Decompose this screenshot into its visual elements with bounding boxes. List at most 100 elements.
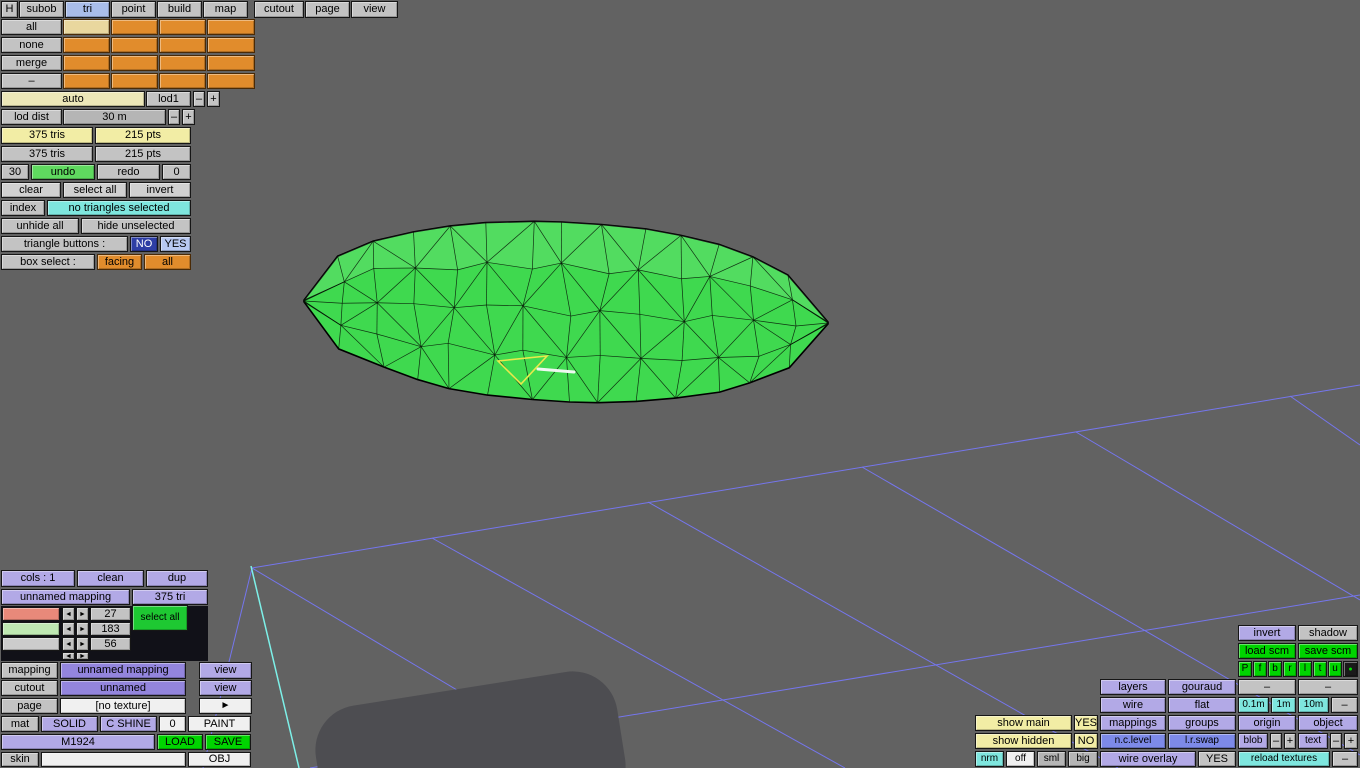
subob-cell[interactable] [207, 73, 255, 89]
color-swatch-gray[interactable] [2, 637, 60, 651]
mat-paint-button[interactable]: PAINT [188, 716, 251, 732]
channel-left-icon[interactable]: ◄ [62, 652, 75, 660]
load-button[interactable]: LOAD [157, 734, 203, 750]
mapping-name[interactable]: unnamed mapping [1, 589, 130, 605]
page-next-icon[interactable]: ► [199, 698, 252, 714]
menu-cutout[interactable]: cutout [254, 1, 304, 18]
menu-point[interactable]: point [111, 1, 156, 18]
invert-selection-button[interactable]: invert [129, 182, 191, 198]
menu-h[interactable]: H [1, 1, 18, 18]
origin-button[interactable]: origin [1238, 715, 1296, 731]
subob-cell[interactable] [111, 73, 158, 89]
cutout-row-value[interactable]: unnamed [60, 680, 186, 696]
hide-unselected-button[interactable]: hide unselected [81, 218, 191, 234]
mat-solid-button[interactable]: SOLID [41, 716, 98, 732]
channel-left-icon[interactable]: ◄ [62, 637, 75, 651]
channel-right-icon[interactable]: ► [76, 637, 89, 651]
nrm-big-button[interactable]: big [1068, 751, 1098, 767]
reload-textures-button[interactable]: reload textures [1238, 751, 1330, 767]
wire-overlay-value[interactable]: YES [1198, 751, 1236, 767]
menu-subob[interactable]: subob [19, 1, 64, 18]
page-row-value[interactable]: [no texture] [60, 698, 186, 714]
subob-cell[interactable] [159, 55, 206, 71]
view-back-button[interactable]: b [1268, 661, 1282, 677]
lod-plus-button[interactable]: + [207, 91, 220, 107]
invert-view-button[interactable]: invert [1238, 625, 1296, 641]
groups-button[interactable]: groups [1168, 715, 1236, 731]
lod-minus-button[interactable]: – [193, 91, 205, 107]
blob-button[interactable]: blob [1238, 733, 1268, 749]
lod-dist-value[interactable]: 30 m [63, 109, 166, 125]
skin-name-field[interactable] [41, 752, 186, 767]
blob-plus-button[interactable]: + [1284, 733, 1296, 749]
show-hidden-button[interactable]: show hidden [975, 733, 1072, 749]
subob-cell[interactable] [63, 73, 110, 89]
menu-view[interactable]: view [351, 1, 398, 18]
subob-cell[interactable] [111, 37, 158, 53]
channel-right-icon[interactable]: ► [76, 607, 89, 621]
nrm-sml-button[interactable]: sml [1037, 751, 1066, 767]
subob-all-button[interactable]: all [1, 19, 62, 35]
subob-cell[interactable] [63, 19, 110, 35]
mapping-row-label[interactable]: mapping [1, 662, 58, 679]
box-select-facing[interactable]: facing [97, 254, 142, 270]
text-plus-button[interactable]: + [1344, 733, 1358, 749]
grid-dash-button[interactable]: – [1331, 697, 1358, 713]
subob-cell[interactable] [159, 73, 206, 89]
channel-select-all-button[interactable]: select all [132, 605, 188, 631]
blob-minus-button[interactable]: – [1270, 733, 1282, 749]
mat-cshine-button[interactable]: C SHINE [100, 716, 157, 732]
subob-cell[interactable] [63, 37, 110, 53]
wire-overlay-button[interactable]: wire overlay [1100, 751, 1196, 767]
mat-label[interactable]: mat [1, 716, 39, 732]
select-all-button[interactable]: select all [63, 182, 127, 198]
lod-dist-minus-button[interactable]: – [168, 109, 180, 125]
text-button[interactable]: text [1298, 733, 1328, 749]
subob-merge-button[interactable]: merge [1, 55, 62, 71]
nc-level-button[interactable]: n.c.level [1100, 733, 1166, 749]
subob-none-button[interactable]: none [1, 37, 62, 53]
grid-10m-button[interactable]: 10m [1298, 697, 1329, 713]
view-left-button[interactable]: l [1298, 661, 1312, 677]
view-p-button[interactable]: P [1238, 661, 1252, 677]
unhide-all-button[interactable]: unhide all [1, 218, 79, 234]
nrm-button[interactable]: nrm [975, 751, 1004, 767]
flat-button[interactable]: flat [1168, 697, 1236, 713]
mapping-row-value[interactable]: unnamed mapping [60, 662, 186, 679]
color-swatch-red[interactable] [2, 607, 60, 621]
undo-button[interactable]: undo [31, 164, 95, 180]
subob-cell[interactable] [159, 37, 206, 53]
subob-cell[interactable] [207, 19, 255, 35]
auto-button[interactable]: auto [1, 91, 145, 107]
subob-dash-button[interactable]: – [1, 73, 62, 89]
object-button[interactable]: object [1298, 715, 1358, 731]
subob-cell[interactable] [207, 55, 255, 71]
shadow-button[interactable]: shadow [1298, 625, 1358, 641]
channel-right-icon[interactable]: ► [76, 622, 89, 636]
channel-left-icon[interactable]: ◄ [62, 622, 75, 636]
clean-button[interactable]: clean [77, 570, 144, 587]
color-swatch-green[interactable] [2, 622, 60, 636]
cutout-view-button[interactable]: view [199, 680, 252, 696]
cols-button[interactable]: cols : 1 [1, 570, 75, 587]
menu-build[interactable]: build [157, 1, 202, 18]
channel-value[interactable]: 56 [90, 637, 131, 651]
dup-button[interactable]: dup [146, 570, 208, 587]
subob-cell[interactable] [111, 19, 158, 35]
lr-swap-button[interactable]: l.r.swap [1168, 733, 1236, 749]
box-select-all[interactable]: all [144, 254, 191, 270]
text-minus-button[interactable]: – [1330, 733, 1342, 749]
grid-1m-button[interactable]: 1m [1271, 697, 1296, 713]
gouraud-button[interactable]: gouraud [1168, 679, 1236, 695]
view-top-button[interactable]: t [1313, 661, 1327, 677]
save-scm-button[interactable]: save scm [1298, 643, 1358, 659]
model-name[interactable]: M1924 [1, 734, 155, 750]
triangle-buttons-yes[interactable]: YES [160, 236, 191, 252]
skin-label[interactable]: skin [1, 752, 39, 767]
view-front-button[interactable]: f [1253, 661, 1267, 677]
nrm-off-button[interactable]: off [1006, 751, 1035, 767]
view-dot-icon[interactable]: ● [1343, 661, 1358, 677]
grid-01m-button[interactable]: 0.1m [1238, 697, 1269, 713]
subob-cell[interactable] [111, 55, 158, 71]
menu-tri[interactable]: tri [65, 1, 110, 18]
